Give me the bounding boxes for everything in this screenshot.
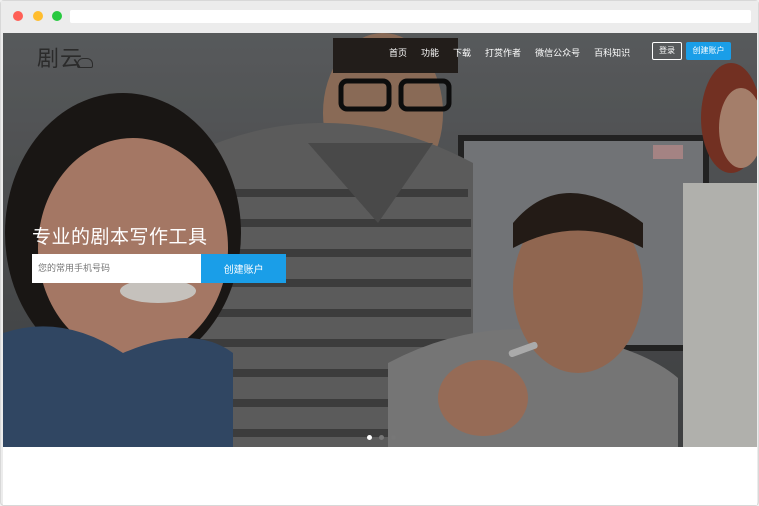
maximize-window-button[interactable] <box>52 11 62 21</box>
main-nav: 首页 功能 下载 打赏作者 微信公众号 百科知识 <box>389 46 644 59</box>
carousel-dot[interactable] <box>391 435 396 440</box>
nav-item-features[interactable]: 功能 <box>421 46 439 59</box>
nav-item-wechat[interactable]: 微信公众号 <box>535 46 580 59</box>
page-content-below <box>3 447 757 505</box>
minimize-window-button[interactable] <box>33 11 43 21</box>
browser-window: 剧云 首页 功能 下载 打赏作者 微信公众号 百科知识 登录 创建账户 专业的剧… <box>0 0 759 506</box>
nav-item-download[interactable]: 下载 <box>453 46 471 59</box>
page-viewport: 剧云 首页 功能 下载 打赏作者 微信公众号 百科知识 登录 创建账户 专业的剧… <box>3 33 757 505</box>
hero-headline: 专业的剧本写作工具 <box>32 226 208 248</box>
signup-form: 创建账户 <box>32 254 286 283</box>
carousel-indicators <box>367 435 396 440</box>
carousel-dot[interactable] <box>367 435 372 440</box>
close-window-button[interactable] <box>13 11 23 21</box>
site-logo[interactable]: 剧云 <box>37 41 94 73</box>
cloud-icon <box>77 58 94 68</box>
create-account-button[interactable]: 创建账户 <box>201 254 286 283</box>
logo-text: 剧云 <box>37 47 84 72</box>
hero-section: 剧云 首页 功能 下载 打赏作者 微信公众号 百科知识 登录 创建账户 专业的剧… <box>3 33 757 447</box>
nav-item-wiki[interactable]: 百科知识 <box>594 46 630 59</box>
phone-input[interactable] <box>32 254 202 283</box>
browser-toolbar <box>1 1 758 33</box>
create-account-nav-button[interactable]: 创建账户 <box>686 42 731 60</box>
carousel-dot[interactable] <box>379 435 384 440</box>
address-bar[interactable] <box>70 10 751 23</box>
nav-item-home[interactable]: 首页 <box>389 46 407 59</box>
login-button[interactable]: 登录 <box>652 42 682 60</box>
nav-item-donate[interactable]: 打赏作者 <box>485 46 521 59</box>
